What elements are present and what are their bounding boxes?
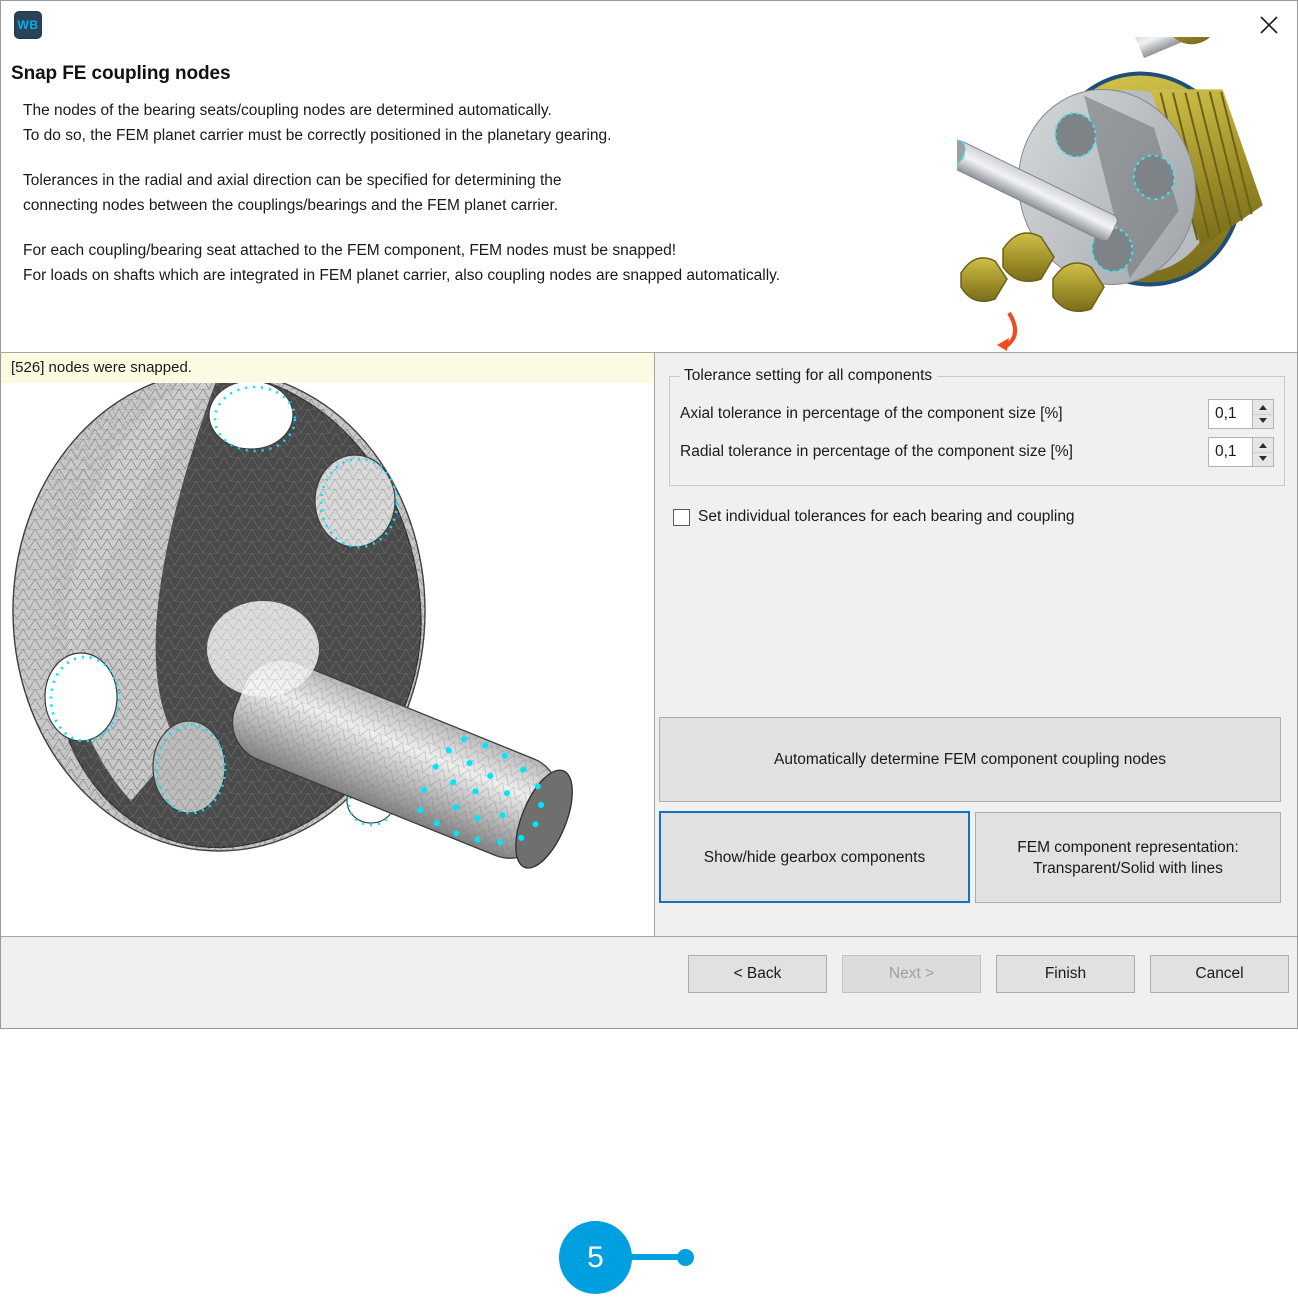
individual-tolerances-checkbox[interactable]	[673, 509, 690, 526]
individual-tolerances-checkbox-row[interactable]: Set individual tolerances for each beari…	[673, 508, 1285, 526]
axial-tolerance-spin-buttons[interactable]	[1252, 399, 1274, 429]
back-button[interactable]: < Back	[688, 955, 827, 993]
radial-spin-up-icon[interactable]	[1253, 438, 1273, 453]
header-line-3a: For each coupling/bearing seat attached …	[23, 242, 780, 284]
status-message: [526] nodes were snapped.	[1, 353, 654, 383]
auto-determine-coupling-nodes-button[interactable]: Automatically determine FEM component co…	[659, 717, 1281, 802]
header-paragraph-2: Tolerances in the radial and axial direc…	[23, 169, 953, 218]
radial-tolerance-input[interactable]	[1208, 437, 1252, 467]
wizard-dialog: WB Snap FE coupling nodes The nodes of t…	[0, 0, 1298, 1029]
callout-5-stem	[627, 1254, 689, 1260]
wizard-nav-buttons: < Back Next > Finish Cancel	[688, 955, 1289, 993]
axial-tolerance-label: Axial tolerance in percentage of the com…	[680, 405, 1208, 423]
dialog-footer: < Back Next > Finish Cancel	[1, 936, 1297, 1028]
axial-tolerance-stepper[interactable]	[1208, 399, 1274, 429]
callout-5-number: 5	[559, 1221, 632, 1294]
app-logo-icon: WB	[15, 12, 41, 38]
radial-tolerance-label: Radial tolerance in percentage of the co…	[680, 443, 1208, 461]
representation-line-1: FEM component representation:	[1017, 839, 1238, 856]
show-hide-gearbox-components-button[interactable]: Show/hide gearbox components	[659, 811, 970, 903]
representation-line-2: Transparent/Solid with lines	[1033, 860, 1223, 877]
fem-mesh-planet-carrier	[1, 383, 654, 923]
header-line-1a: The nodes of the bearing seats/coupling …	[23, 102, 611, 144]
radial-tolerance-stepper[interactable]	[1208, 437, 1274, 467]
axial-tolerance-row: Axial tolerance in percentage of the com…	[680, 395, 1274, 433]
individual-tolerances-label: Set individual tolerances for each beari…	[698, 508, 1075, 526]
tolerance-group: Tolerance setting for all components Axi…	[669, 367, 1285, 486]
viewport-pane: [526] nodes were snapped.	[1, 353, 655, 936]
axial-spin-up-icon[interactable]	[1253, 400, 1273, 415]
radial-tolerance-row: Radial tolerance in percentage of the co…	[680, 433, 1274, 471]
page-title: Snap FE coupling nodes	[11, 63, 230, 85]
dialog-header: WB Snap FE coupling nodes The nodes of t…	[1, 1, 1297, 353]
app-logo-label: WB	[15, 12, 41, 38]
header-paragraph-3: For each coupling/bearing seat attached …	[23, 239, 953, 288]
fem-component-representation-button[interactable]: FEM component representation: Transparen…	[975, 812, 1281, 903]
next-button: Next >	[842, 955, 981, 993]
callout-5-dot	[677, 1249, 694, 1266]
settings-pane: Tolerance setting for all components Axi…	[655, 353, 1297, 936]
axial-tolerance-input[interactable]	[1208, 399, 1252, 429]
header-line-2a: Tolerances in the radial and axial direc…	[23, 172, 562, 214]
header-description: The nodes of the bearing seats/coupling …	[23, 99, 953, 288]
dialog-body: [526] nodes were snapped.	[1, 353, 1297, 936]
header-paragraph-1: The nodes of the bearing seats/coupling …	[23, 99, 953, 148]
cancel-button[interactable]: Cancel	[1150, 955, 1289, 993]
callout-marker-5: 5	[559, 1221, 719, 1301]
planet-carrier-3d-illustration	[957, 37, 1297, 353]
axial-spin-down-icon[interactable]	[1253, 415, 1273, 429]
radial-tolerance-spin-buttons[interactable]	[1252, 437, 1274, 467]
finish-button[interactable]: Finish	[996, 955, 1135, 993]
tolerance-group-title: Tolerance setting for all components	[680, 367, 937, 385]
radial-spin-down-icon[interactable]	[1253, 453, 1273, 467]
fem-mesh-viewport[interactable]	[1, 383, 654, 936]
